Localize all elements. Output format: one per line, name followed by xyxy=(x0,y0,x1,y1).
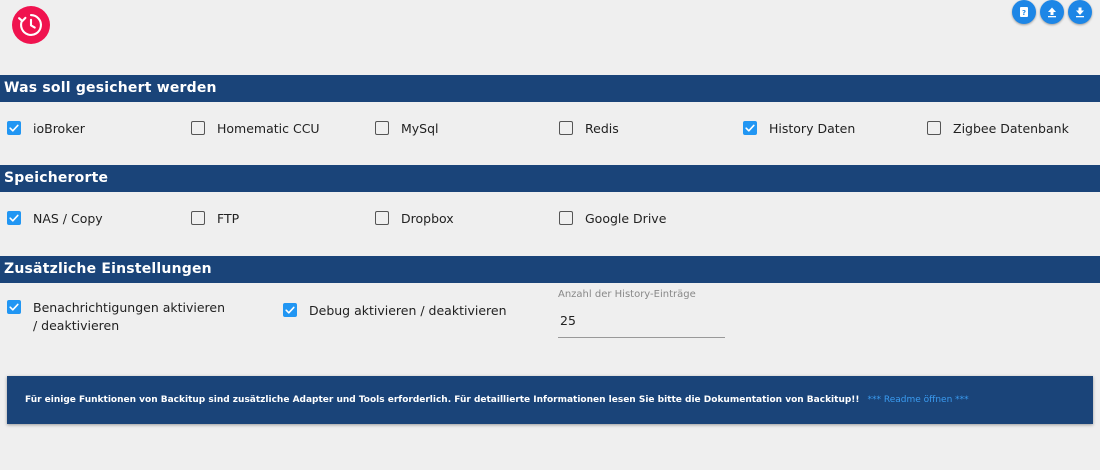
checkbox-box[interactable] xyxy=(375,121,389,135)
checkbox-label: FTP xyxy=(217,210,240,226)
checkbox-box[interactable] xyxy=(743,121,757,135)
checkmark-icon xyxy=(9,124,19,132)
checkbox-nas-copy[interactable]: NAS / Copy xyxy=(7,208,103,228)
checkbox-mysql[interactable]: MySql xyxy=(375,118,439,138)
section-header-backup: Was soll gesichert werden xyxy=(0,75,1100,102)
checkbox-iobroker[interactable]: ioBroker xyxy=(7,118,85,138)
checkbox-zigbee-datenbank[interactable]: Zigbee Datenbank xyxy=(927,118,1069,138)
help-button[interactable]: ? xyxy=(1012,0,1036,24)
checkbox-label: Dropbox xyxy=(401,210,454,226)
checkbox-box[interactable] xyxy=(559,211,573,225)
upload-button[interactable] xyxy=(1040,0,1064,24)
checkbox-box[interactable] xyxy=(191,121,205,135)
checkbox-redis[interactable]: Redis xyxy=(559,118,619,138)
upload-icon xyxy=(1048,7,1056,18)
extra-options-row: Benachrichtigungen aktivieren / deaktivi… xyxy=(0,300,1100,333)
checkbox-label: MySql xyxy=(401,120,439,136)
history-entries-label: Anzahl der History-Einträge xyxy=(558,289,696,300)
checkmark-icon xyxy=(9,303,19,311)
top-toolbar: ? xyxy=(1012,0,1092,24)
download-icon xyxy=(1076,7,1084,18)
download-button[interactable] xyxy=(1068,0,1092,24)
checkmark-icon xyxy=(9,214,19,222)
checkbox-box[interactable] xyxy=(191,211,205,225)
history-entries-field: Anzahl der History-Einträge xyxy=(558,289,725,338)
checkbox-box[interactable] xyxy=(7,300,21,314)
clock-restore-icon xyxy=(18,14,42,36)
checkbox-debug-aktivieren-deaktivieren[interactable]: Debug aktivieren / deaktivieren xyxy=(283,300,507,320)
history-entries-input[interactable] xyxy=(558,310,725,338)
checkbox-box[interactable] xyxy=(927,121,941,135)
section-header-extra: Zusätzliche Einstellungen xyxy=(0,256,1100,283)
checkbox-dropbox[interactable]: Dropbox xyxy=(375,208,454,228)
section-header-storage: Speicherorte xyxy=(0,165,1100,192)
checkbox-benachrichtigungen-aktivieren-deaktivieren[interactable]: Benachrichtigungen aktivieren / deaktivi… xyxy=(7,300,233,333)
checkbox-label: History Daten xyxy=(769,120,856,136)
checkbox-label: NAS / Copy xyxy=(33,210,103,226)
svg-text:?: ? xyxy=(1022,9,1026,17)
info-text: Für einige Funktionen von Backitup sind … xyxy=(25,395,860,405)
checkbox-label: Redis xyxy=(585,120,619,136)
checkbox-google-drive[interactable]: Google Drive xyxy=(559,208,666,228)
storage-options-row: NAS / Copy FTP Dropbox Google Drive xyxy=(0,208,1100,228)
checkbox-history-daten[interactable]: History Daten xyxy=(743,118,855,138)
readme-link[interactable]: *** Readme öffnen *** xyxy=(868,395,969,405)
checkbox-ftp[interactable]: FTP xyxy=(191,208,239,228)
checkbox-box[interactable] xyxy=(559,121,573,135)
checkbox-label: Zigbee Datenbank xyxy=(953,120,1069,136)
checkbox-label: Debug aktivieren / deaktivieren xyxy=(309,302,507,318)
checkbox-label: Homematic CCU xyxy=(217,120,320,136)
checkbox-box[interactable] xyxy=(7,211,21,225)
checkbox-box[interactable] xyxy=(375,211,389,225)
checkbox-label: ioBroker xyxy=(33,120,85,136)
checkmark-icon xyxy=(285,306,295,314)
checkbox-box[interactable] xyxy=(7,121,21,135)
checkbox-homematic-ccu[interactable]: Homematic CCU xyxy=(191,118,320,138)
checkmark-icon xyxy=(745,124,755,132)
info-banner: Für einige Funktionen von Backitup sind … xyxy=(7,376,1093,424)
app-logo xyxy=(12,6,50,44)
checkbox-label: Benachrichtigungen aktivieren / deaktivi… xyxy=(33,300,226,333)
checkbox-box[interactable] xyxy=(283,303,297,317)
checkbox-label: Google Drive xyxy=(585,210,667,226)
backup-options-row: ioBroker Homematic CCU MySql Redis History D… xyxy=(0,118,1100,138)
help-book-icon: ? xyxy=(1020,7,1028,17)
